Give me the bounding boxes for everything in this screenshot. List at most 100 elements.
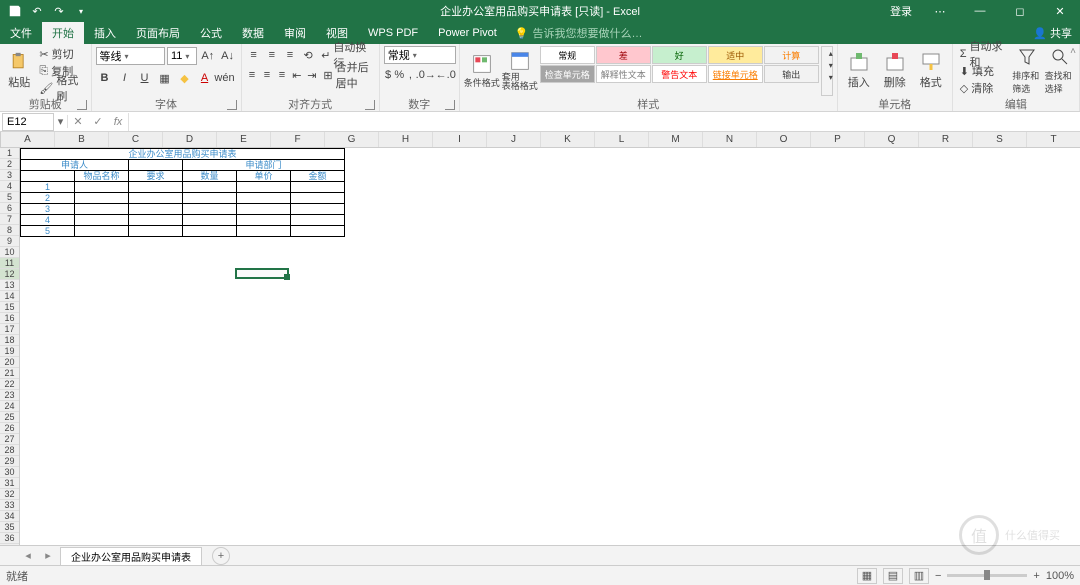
decrease-font-icon[interactable]: A↓ <box>219 47 237 65</box>
column-header[interactable]: J <box>487 132 541 147</box>
comma-format-icon[interactable]: , <box>406 66 415 84</box>
cell-grid[interactable]: 企业办公室用品购买申请表 申请人申请部门 物品名称要求数量单价金额 12345 <box>20 148 1080 545</box>
cell-style-option[interactable]: 计算 <box>764 46 819 64</box>
row-header[interactable]: 22 <box>0 379 19 390</box>
fill-handle[interactable] <box>284 274 290 280</box>
row-header[interactable]: 30 <box>0 467 19 478</box>
align-launcher-icon[interactable] <box>365 100 375 110</box>
number-launcher-icon[interactable] <box>445 100 455 110</box>
font-launcher-icon[interactable] <box>227 100 237 110</box>
row-header[interactable]: 18 <box>0 335 19 346</box>
sort-filter-button[interactable]: 排序和筛选 <box>1012 46 1042 96</box>
tab-data[interactable]: 数据 <box>232 22 274 44</box>
cell-style-option[interactable]: 好 <box>652 46 707 64</box>
align-top-icon[interactable]: ≡ <box>246 46 262 64</box>
tab-insert[interactable]: 插入 <box>84 22 126 44</box>
share-button[interactable]: 👤共享 <box>1033 25 1080 41</box>
tab-file[interactable]: 文件 <box>0 22 42 44</box>
fx-icon[interactable]: fx <box>108 112 128 132</box>
row-header[interactable]: 24 <box>0 401 19 412</box>
cancel-formula-icon[interactable]: ✕ <box>68 112 88 132</box>
font-color-button[interactable]: A <box>196 69 214 87</box>
clipboard-launcher-icon[interactable] <box>77 100 87 110</box>
row-header[interactable]: 2 <box>0 159 19 170</box>
font-name-combo[interactable]: 等线▾ <box>96 47 165 65</box>
row-header[interactable]: 31 <box>0 478 19 489</box>
column-header[interactable]: A <box>1 132 55 147</box>
cell-style-option[interactable]: 解释性文本 <box>596 65 651 83</box>
underline-button[interactable]: U <box>136 69 154 87</box>
autosum-button[interactable]: Σ自动求和 <box>957 46 1010 62</box>
italic-button[interactable]: I <box>116 69 134 87</box>
row-header[interactable]: 15 <box>0 302 19 313</box>
close-button[interactable]: ✕ <box>1040 0 1080 22</box>
page-break-view-icon[interactable]: ▥ <box>909 568 929 584</box>
row-header[interactable]: 36 <box>0 533 19 544</box>
percent-format-icon[interactable]: % <box>394 66 404 84</box>
decrease-indent-icon[interactable]: ⇤ <box>290 66 303 84</box>
row-header[interactable]: 5 <box>0 192 19 203</box>
row-header[interactable]: 20 <box>0 357 19 368</box>
align-left-icon[interactable]: ≡ <box>246 66 259 84</box>
row-header[interactable]: 8 <box>0 225 19 236</box>
tell-me-search[interactable]: 💡告诉我您想要做什么… <box>515 25 643 41</box>
column-header[interactable]: N <box>703 132 757 147</box>
row-header[interactable]: 21 <box>0 368 19 379</box>
name-box[interactable]: E12 <box>2 113 54 131</box>
cut-button[interactable]: ✂剪切 <box>36 46 86 62</box>
tab-home[interactable]: 开始 <box>42 22 84 44</box>
increase-font-icon[interactable]: A↑ <box>199 47 217 65</box>
normal-view-icon[interactable]: ▦ <box>857 568 877 584</box>
cell-style-option[interactable]: 差 <box>596 46 651 64</box>
formula-bar[interactable] <box>128 113 1080 131</box>
tab-review[interactable]: 审阅 <box>274 22 316 44</box>
maximize-button[interactable]: ◻ <box>1000 0 1040 22</box>
cell-style-option[interactable]: 输出 <box>764 65 819 83</box>
clear-button[interactable]: ◇清除 <box>957 80 1010 96</box>
align-right-icon[interactable]: ≡ <box>275 66 288 84</box>
phonetic-button[interactable]: wén <box>216 69 234 87</box>
merge-center-button[interactable]: ⊞合并后居中 <box>320 67 374 83</box>
fill-color-button[interactable]: ◆ <box>176 69 194 87</box>
cell-style-option[interactable]: 警告文本 <box>652 65 707 83</box>
sheet-tab[interactable]: 企业办公室用品购买申请表 <box>60 547 202 565</box>
row-header[interactable]: 27 <box>0 434 19 445</box>
row-header[interactable]: 6 <box>0 203 19 214</box>
increase-indent-icon[interactable]: ⇥ <box>305 66 318 84</box>
bold-button[interactable]: B <box>96 69 114 87</box>
zoom-out-icon[interactable]: − <box>935 570 941 582</box>
minimize-button[interactable]: — <box>960 0 1000 22</box>
orientation-icon[interactable]: ⟲ <box>300 46 316 64</box>
column-header[interactable]: S <box>973 132 1027 147</box>
column-header[interactable]: G <box>325 132 379 147</box>
column-header[interactable]: L <box>595 132 649 147</box>
tab-power-pivot[interactable]: Power Pivot <box>428 22 507 44</box>
row-header[interactable]: 34 <box>0 511 19 522</box>
delete-cells-button[interactable]: 删除 <box>878 46 912 96</box>
format-cells-button[interactable]: 格式 <box>914 46 948 96</box>
collapse-ribbon-icon[interactable]: ˄ <box>1070 46 1076 57</box>
row-header[interactable]: 4 <box>0 181 19 192</box>
row-header[interactable]: 29 <box>0 456 19 467</box>
align-bottom-icon[interactable]: ≡ <box>282 46 298 64</box>
column-header[interactable]: H <box>379 132 433 147</box>
new-sheet-button[interactable]: + <box>212 547 230 565</box>
row-header[interactable]: 12 <box>0 269 19 280</box>
zoom-slider[interactable] <box>947 574 1027 577</box>
row-header[interactable]: 26 <box>0 423 19 434</box>
row-header[interactable]: 28 <box>0 445 19 456</box>
cell-style-option[interactable]: 检查单元格 <box>540 65 595 83</box>
paste-button[interactable]: 粘贴 <box>4 46 34 96</box>
column-header[interactable]: R <box>919 132 973 147</box>
zoom-in-icon[interactable]: + <box>1033 570 1039 582</box>
undo-icon[interactable]: ↶ <box>28 2 46 20</box>
row-header[interactable]: 32 <box>0 489 19 500</box>
column-header[interactable]: I <box>433 132 487 147</box>
tab-page-layout[interactable]: 页面布局 <box>126 22 190 44</box>
tab-nav-next-icon[interactable]: ▸ <box>40 549 56 562</box>
row-header[interactable]: 19 <box>0 346 19 357</box>
enter-formula-icon[interactable]: ✓ <box>88 112 108 132</box>
save-icon[interactable] <box>6 2 24 20</box>
fill-button[interactable]: ⬇填充 <box>957 63 1010 79</box>
cell-style-option[interactable]: 链接单元格 <box>708 65 763 83</box>
